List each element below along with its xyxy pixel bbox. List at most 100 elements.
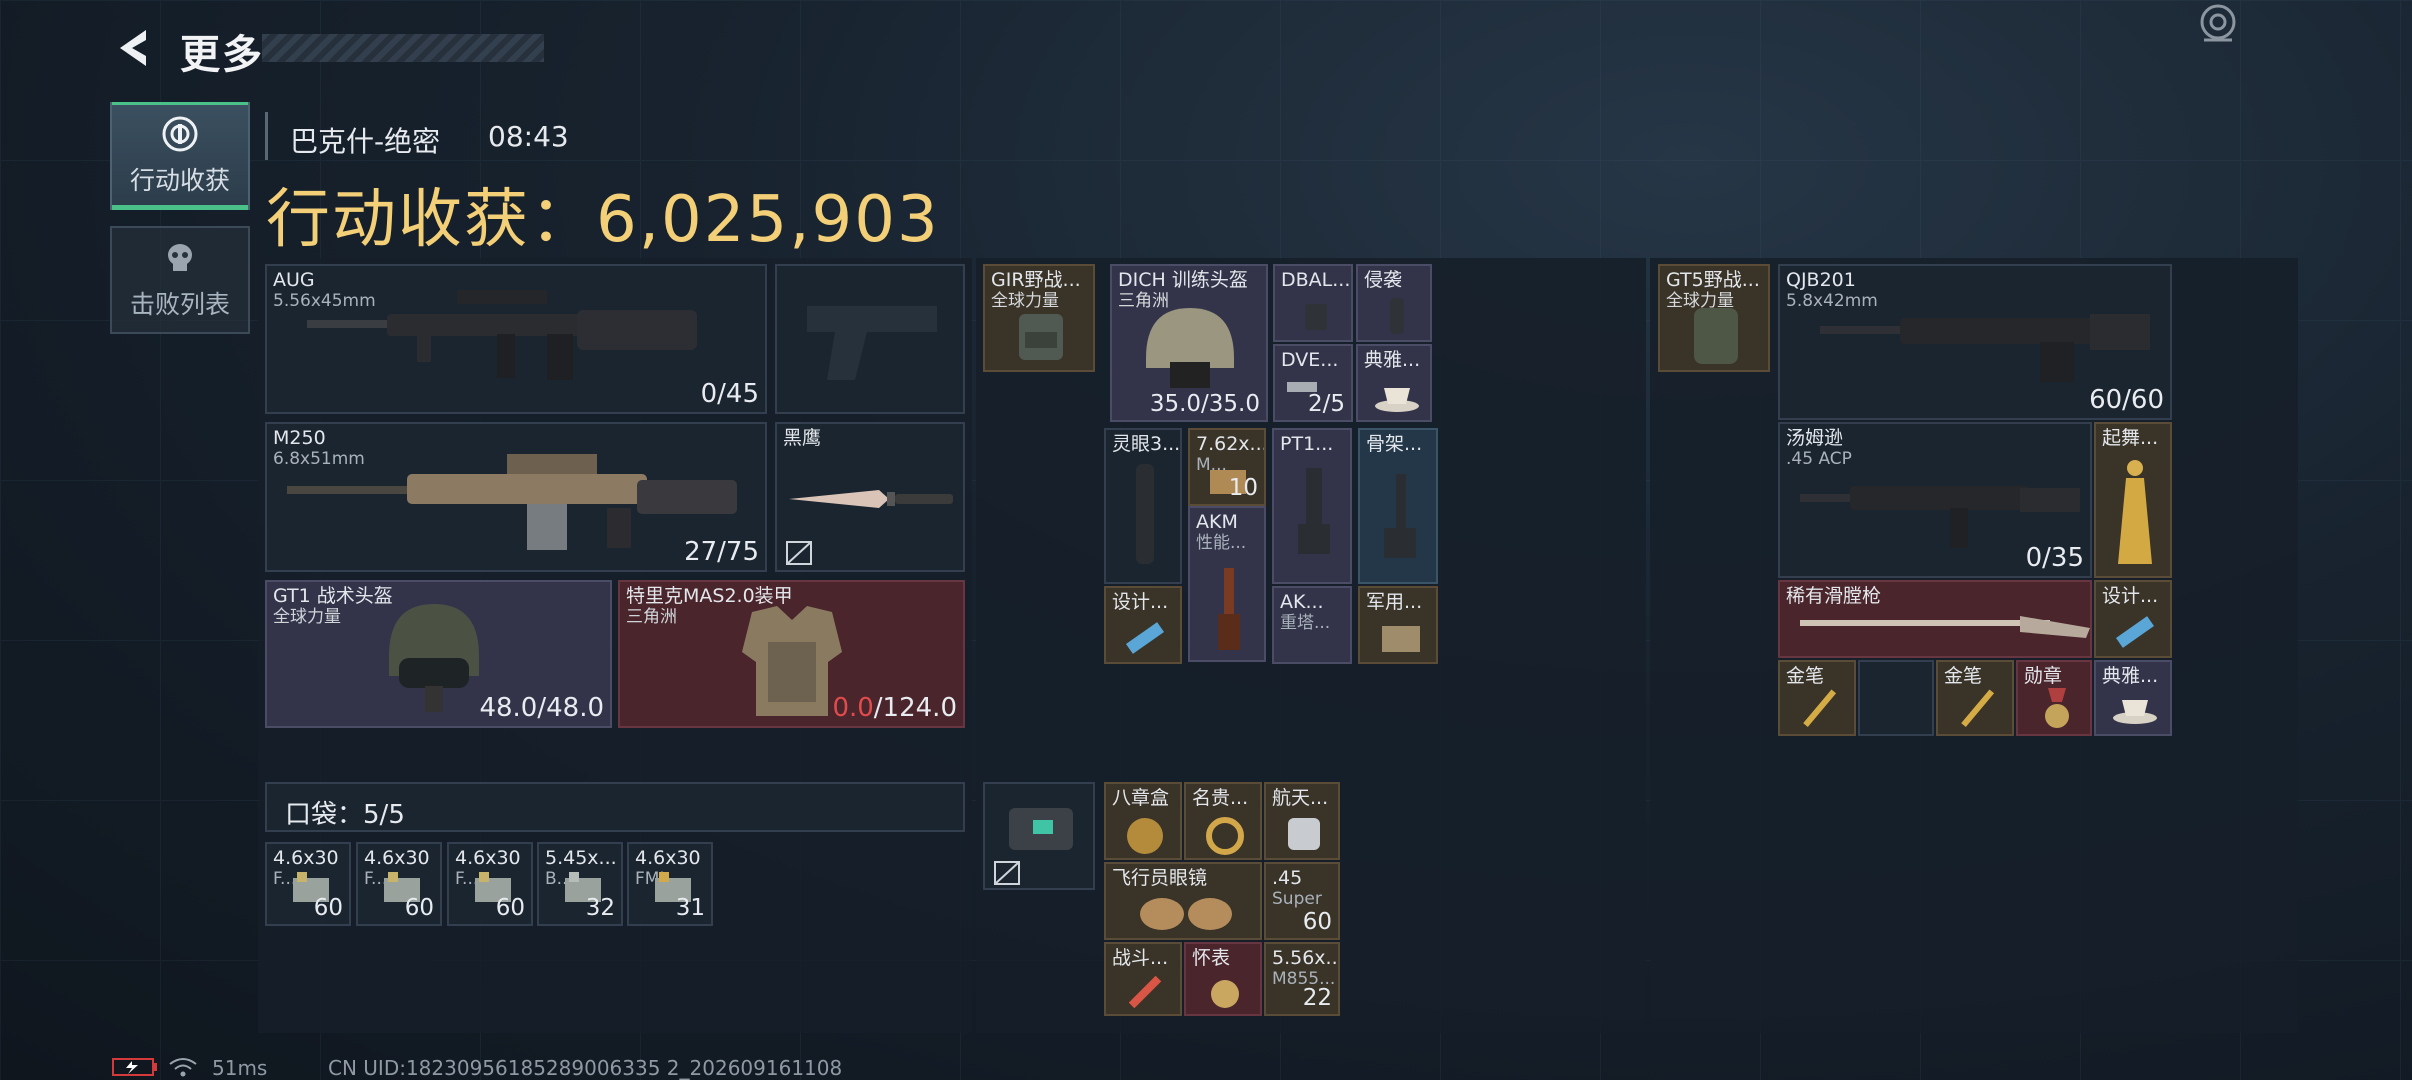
battery-icon [112,1058,157,1076]
pt1-slot[interactable]: PT1... [1272,428,1352,584]
storage-case-icon [1009,808,1073,850]
precious-item-slot[interactable]: 名贵... [1184,782,1262,860]
aviator-glasses-slot[interactable]: 飞行员眼镜 [1104,862,1262,940]
item-name: 典雅... [2102,665,2159,687]
loot-tab-icon [162,116,198,152]
military-item-slot[interactable]: 军用... [1358,586,1438,664]
pocket-item[interactable]: 5.45x... B... 32 [537,842,623,926]
title-stripe [262,34,544,62]
helmet-icon [389,604,479,712]
gold-statue-icon [2118,460,2152,564]
rifle-part-icon [1218,568,1240,650]
design-slot-2[interactable]: 设计... [2094,580,2172,658]
flintlock-slot[interactable]: 稀有滑膛枪 [1778,580,2092,658]
item-sub: 性能... [1196,533,1247,553]
thompson-slot[interactable]: 汤姆逊 .45 ACP 0/35 [1778,422,2092,578]
ak-part-slot[interactable]: AK... 重塔... [1272,586,1352,664]
item-count: 2/5 [1307,391,1345,417]
pocket-item[interactable]: 4.6x30 F... 60 [447,842,533,926]
dianya-cup-slot[interactable]: 典雅... [1356,344,1432,422]
page-title: 更多 [180,32,264,78]
pocket-item-count: 31 [675,895,705,921]
ammo-762-slot[interactable]: 7.62x... M... 10 [1188,428,1266,506]
skeleton-stock-slot[interactable]: 骨架... [1358,428,1438,584]
primary-weapon-slot[interactable]: AUG 5.56x45mm 0/45 [265,264,767,414]
secondary-weapon-slot[interactable]: M250 6.8x51mm 27/75 [265,422,767,572]
pocket-item-name: 4.6x30 [635,847,701,869]
smg-icon [1800,486,2080,548]
chest-rig-icon [1019,314,1063,360]
empty-slot[interactable] [1858,660,1934,736]
pocket-item-name: 5.45x... [545,847,617,869]
weapon-name: 汤姆逊 [1786,427,1844,449]
item-name: 飞行员眼镜 [1112,867,1208,889]
backpack-case-slot[interactable] [983,782,1095,890]
item-name: 怀表 [1192,947,1231,969]
camera-icon[interactable] [2188,0,2248,52]
pocket-item-count: 60 [495,895,525,921]
qinxi-slot[interactable]: 侵袭 [1356,264,1432,342]
dianya-cup-slot-2[interactable]: 典雅... [2094,660,2172,736]
item-name: 5.56x... [1272,947,1340,969]
gt5-rig-slot[interactable]: GT5野战... 全球力量 [1658,264,1770,372]
scope-icon [1136,464,1154,564]
lmg-icon [1820,314,2150,382]
item-name: GT5野战... [1666,269,1760,291]
medal-slot[interactable]: 勋章 [2016,660,2092,736]
pocket-watch-icon [1211,980,1239,1008]
gold-box-icon [1127,818,1163,854]
item-name: 设计... [1112,591,1169,613]
akm-part-slot[interactable]: AKM 性能... [1188,506,1266,662]
gold-pen-slot-1[interactable]: 金笔 [1778,660,1856,736]
pocket-header: 口袋：5/5 [265,782,965,832]
item-name: 灵眼3... [1112,433,1181,455]
weapon-name: QJB201 [1786,269,1856,291]
back-button[interactable] [110,22,158,74]
ammo-45-slot[interactable]: .45 Super 60 [1264,862,1340,940]
wifi-icon [169,1058,197,1077]
helmet-faction: 全球力量 [273,607,341,627]
dve-slot[interactable]: DVE... 2/5 [1273,344,1353,422]
pocket-item-name: 4.6x30 [364,847,430,869]
pocket-item[interactable]: 4.6x30 F... 60 [356,842,442,926]
helmet-durability: 48.0/48.0 [479,693,604,723]
item-name: 典雅... [1364,349,1421,371]
item-name: PT1... [1280,433,1334,455]
knife-icon [789,490,953,508]
uid-text: CN UID:18230956185289006335 2_2026091611… [328,1056,843,1080]
item-name: 骨架... [1366,433,1423,455]
tab-defeated-label: 击败列表 [129,290,230,319]
gold-pen-slot-2[interactable]: 金笔 [1936,660,2014,736]
not-insured-icon [994,861,1020,885]
skull-icon [168,244,192,271]
gold-pen-icon [1803,689,1837,728]
aerospace-item-slot[interactable]: 航天... [1264,782,1340,860]
chest-rig-slot[interactable]: GIR野战... 全球力量 [983,264,1095,372]
pocket-item[interactable]: 4.6x30 FMJ... 31 [627,842,713,926]
combat-item-slot[interactable]: 战斗... [1104,942,1182,1016]
item-name: 起舞... [2102,427,2159,449]
item-name: 7.62x... [1196,433,1266,455]
item-name: GIR野战... [991,269,1081,291]
sidearm-slot-empty[interactable] [775,264,965,414]
qjb201-slot[interactable]: QJB201 5.8x42mm 60/60 [1778,264,2172,420]
scope-slot[interactable]: 灵眼3... [1104,428,1182,584]
octagon-box-slot[interactable]: 八章盒 [1104,782,1182,860]
pocket-watch-slot[interactable]: 怀表 [1184,942,1262,1016]
helmet-slot[interactable]: GT1 战术头盔 全球力量 48.0/48.0 [265,580,612,728]
pocket-item[interactable]: 4.6x30 F... 60 [265,842,351,926]
item-name: AK... [1280,591,1324,613]
tab-defeated[interactable]: 击败列表 [110,226,250,334]
pocket-item-count: 60 [313,895,343,921]
pocket-item-name: 4.6x30 [273,847,339,869]
melee-slot[interactable]: 黑鹰 [775,422,965,572]
dich-helmet-slot[interactable]: DICH 训练头盔 三角洲 35.0/35.0 [1110,264,1268,422]
dancing-statue-slot[interactable]: 起舞... [2094,422,2172,578]
armor-slot[interactable]: 特里克MAS2.0装甲 三角洲 0.0/124.0 [618,580,965,728]
dbal-slot[interactable]: DBAL... [1273,264,1353,342]
tab-loot[interactable]: 行动收获 [110,102,250,210]
ammo-556-slot[interactable]: 5.56x... M855... 22 [1264,942,1340,1016]
design-slot-1[interactable]: 设计... [1104,586,1182,664]
item-durability: 35.0/35.0 [1149,391,1260,417]
item-name: 勋章 [2024,665,2063,687]
